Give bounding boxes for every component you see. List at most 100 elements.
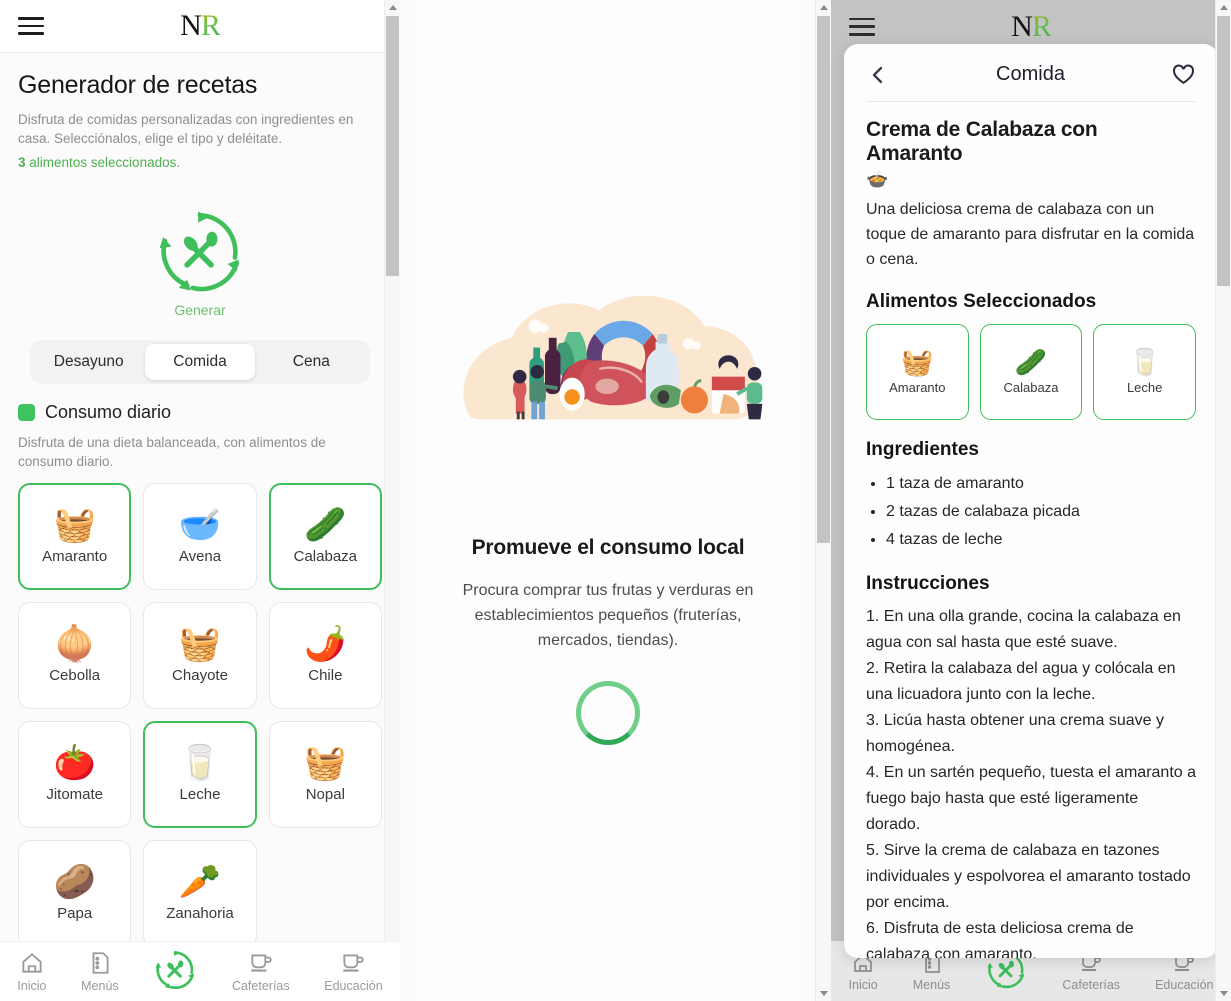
food-card[interactable]: 🧺 Chayote xyxy=(143,602,257,709)
menu-list-icon xyxy=(92,952,109,974)
food-name: Zanahoria xyxy=(166,905,234,922)
food-card[interactable]: 🥒 Calabaza xyxy=(268,483,382,590)
food-emoji-icon: 🥒 xyxy=(1014,347,1048,377)
scroll-down-arrow-icon[interactable] xyxy=(1216,985,1231,1001)
scroll-up-arrow-icon[interactable] xyxy=(1216,0,1231,16)
food-card[interactable]: 🥣 Avena xyxy=(143,483,257,590)
food-name: Leche xyxy=(179,786,221,803)
back-chevron-icon[interactable] xyxy=(866,63,890,87)
promo-card: Promueve el consumo local Procura compra… xyxy=(416,0,800,1001)
hamburger-icon[interactable] xyxy=(18,17,44,35)
tab-desayuno[interactable]: Desayuno xyxy=(34,344,143,380)
scroll-down-arrow-icon[interactable] xyxy=(816,985,831,1001)
food-name: Jitomate xyxy=(46,786,104,803)
page-subtitle: Disfruta de comidas personalizadas con i… xyxy=(18,112,354,146)
food-name: Amaranto xyxy=(42,548,108,565)
selected-count-number: 3 xyxy=(18,155,26,170)
instructions-text: 1. En una olla grande, cocina la calabaz… xyxy=(866,608,1197,958)
left-scroll-body: Generador de recetas Disfruta de comidas… xyxy=(0,53,400,1001)
food-emoji-icon: 🥕 xyxy=(178,863,222,901)
tab-educacion[interactable]: Educación xyxy=(324,950,383,993)
tab-menus[interactable]: Menús xyxy=(81,950,119,993)
logo-letter-r: R xyxy=(200,9,221,42)
meal-type-segmented-control: Desayuno Comida Cena xyxy=(30,340,370,384)
bottom-tabbar: Inicio Menús Cafeterías Educación xyxy=(0,941,400,1001)
selected-foods-grid: 🧺 Amaranto 🥒 Calabaza 🥛 Leche xyxy=(866,324,1196,420)
food-card[interactable]: 🥛 Leche xyxy=(143,721,257,828)
scroll-up-arrow-icon[interactable] xyxy=(385,0,400,16)
ingredients-heading: Ingredientes xyxy=(866,439,979,460)
food-card[interactable]: 🥕 Zanahoria xyxy=(143,840,257,947)
selected-food-card[interactable]: 🥒 Calabaza xyxy=(979,324,1083,420)
cup-icon xyxy=(343,954,365,972)
recipe-emoji-icon: 🍲 xyxy=(866,169,889,189)
left-app-header: NR xyxy=(0,0,400,53)
tab-cafeterias-label: Cafeterías xyxy=(1062,977,1121,992)
food-card[interactable]: 🧅 Cebolla xyxy=(18,602,132,709)
page-title: Generador de recetas xyxy=(18,71,258,99)
group-title: Consumo diario xyxy=(45,402,172,422)
ingredients-list: 1 taza de amaranto2 tazas de calabaza pi… xyxy=(886,470,1196,554)
food-emoji-icon: 🧺 xyxy=(53,506,96,544)
tab-cena[interactable]: Cena xyxy=(257,344,366,380)
group-color-swatch xyxy=(18,404,35,421)
generate-recipe-icon xyxy=(159,211,240,292)
modal-header: Comida xyxy=(844,44,1218,101)
ingredient-item: 1 taza de amaranto xyxy=(886,470,1196,498)
selected-food-card[interactable]: 🥛 Leche xyxy=(1093,324,1196,420)
tab-educacion-label: Educación xyxy=(324,979,383,993)
scrollbar-thumb[interactable] xyxy=(1217,16,1230,286)
logo-letter-n: N xyxy=(1011,9,1033,43)
scroll-up-arrow-icon[interactable] xyxy=(816,0,831,16)
food-card[interactable]: 🌶️ Chile xyxy=(268,602,382,709)
tab-menus-label: Menús xyxy=(81,979,119,993)
nr-logo: NR xyxy=(1011,9,1052,43)
selected-count-label: alimentos seleccionados. xyxy=(25,155,181,170)
tab-inicio-label: Inicio xyxy=(848,977,878,992)
food-name: Calabaza xyxy=(293,548,358,565)
generate-button[interactable]: Generar xyxy=(18,206,382,318)
recipe-detail-modal: Comida Crema de Calabaza con Amaranto 🍲 … xyxy=(844,44,1218,958)
food-card[interactable]: 🍅 Jitomate xyxy=(18,721,132,828)
scrollbar-thumb[interactable] xyxy=(817,16,830,543)
food-emoji-icon: 🧅 xyxy=(53,625,96,663)
tab-cafeterias[interactable]: Cafeterías xyxy=(232,950,290,993)
nr-logo: NR xyxy=(180,9,221,42)
tab-educacion-label: Educación xyxy=(1155,977,1214,992)
scrollbar-thumb[interactable] xyxy=(386,16,399,276)
food-card[interactable]: 🧺 Amaranto xyxy=(18,483,132,590)
middle-scrollbar[interactable] xyxy=(815,0,831,1001)
food-name: Avena xyxy=(178,548,222,565)
tab-comida[interactable]: Comida xyxy=(145,344,255,380)
ingredient-item: 2 tazas de calabaza picada xyxy=(886,498,1196,526)
food-emoji-icon: 🧺 xyxy=(304,744,347,782)
tab-menus-label: Menús xyxy=(912,977,951,992)
generate-recipe-icon xyxy=(155,950,195,989)
selected-food-card[interactable]: 🧺 Amaranto xyxy=(866,324,969,420)
promo-title: Promueve el consumo local xyxy=(471,536,745,559)
logo-letter-r: R xyxy=(1031,9,1052,43)
food-emoji-icon: 🌶️ xyxy=(304,625,347,663)
food-name: Calabaza xyxy=(1003,380,1059,395)
food-name: Papa xyxy=(57,905,93,922)
food-card[interactable]: 🥔 Papa xyxy=(18,840,132,947)
tab-cafeterias-label: Cafeterías xyxy=(231,979,290,993)
promo-text: Procura comprar tus frutas y verduras en… xyxy=(462,582,754,649)
logo-letter-n: N xyxy=(180,9,202,42)
food-name: Chayote xyxy=(172,667,228,684)
hamburger-icon[interactable] xyxy=(849,17,875,36)
food-emoji-icon: 🧺 xyxy=(901,347,934,377)
left-scrollbar[interactable] xyxy=(384,0,400,1001)
selected-foods-heading: Alimentos Seleccionados xyxy=(866,291,1097,312)
tab-inicio[interactable]: Inicio xyxy=(17,950,47,993)
right-scrollbar[interactable] xyxy=(1215,0,1231,1001)
generate-label: Generar xyxy=(174,302,226,318)
food-emoji-icon: 🥣 xyxy=(178,506,222,544)
food-card[interactable]: 🧺 Nopal xyxy=(268,721,382,828)
heart-icon[interactable] xyxy=(1171,62,1196,87)
modal-body: Crema de Calabaza con Amaranto 🍲 Una del… xyxy=(844,102,1218,958)
food-name: Chile xyxy=(308,667,343,684)
food-grid: 🧺 Amaranto 🥣 Avena 🥒 Calabaza 🧅 Cebolla 🧺 Chayote… xyxy=(18,483,382,947)
recipe-title: Crema de Calabaza con Amaranto xyxy=(866,118,1098,165)
tab-generar[interactable] xyxy=(153,948,197,995)
